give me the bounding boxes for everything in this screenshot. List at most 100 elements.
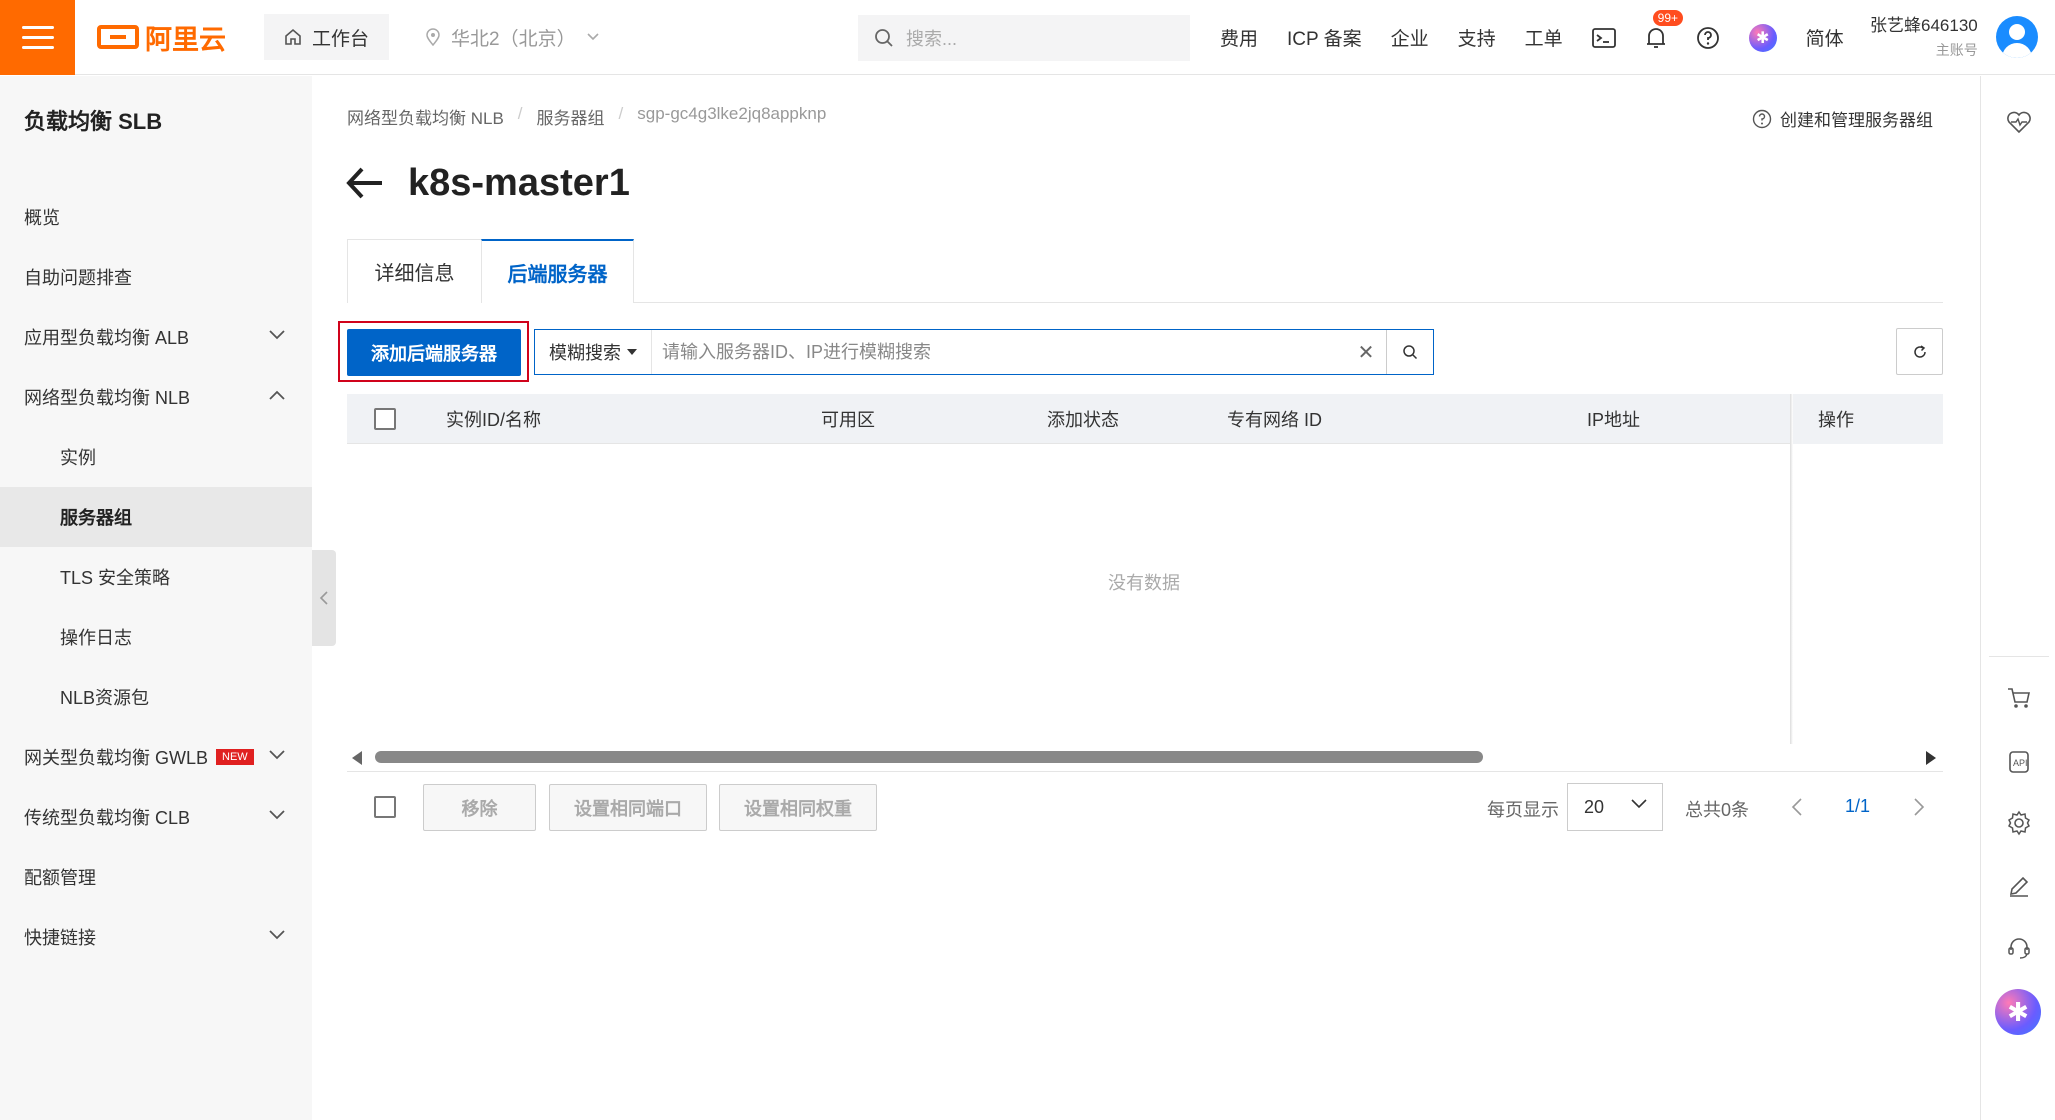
sidebar-item-server-groups[interactable]: 服务器组 — [0, 487, 312, 547]
link-support[interactable]: 支持 — [1458, 24, 1496, 51]
breadcrumb-nlb[interactable]: 网络型负载均衡 NLB — [347, 104, 504, 129]
health-check-icon[interactable] — [1999, 102, 2039, 142]
right-tool-rail: API ✱ — [1980, 76, 2055, 1120]
sidebar-item-label: 应用型负载均衡 ALB — [24, 328, 190, 348]
sidebar-item-label: 网络型负载均衡 NLB — [24, 388, 191, 408]
language-switch[interactable]: 简体 — [1806, 24, 1844, 51]
help-link[interactable]: 创建和管理服务器组 — [1752, 106, 1933, 131]
link-billing[interactable]: 费用 — [1220, 24, 1258, 51]
rail-divider — [1989, 656, 2049, 657]
app-root: 阿里云 工作台 华北2（北京） 搜索... 费用 ICP 备案 企业 支持 工单… — [0, 0, 2055, 1120]
breadcrumb-server-groups[interactable]: 服务器组 — [537, 104, 605, 129]
footer-select-all-checkbox[interactable] — [374, 796, 396, 818]
sidebar-item-alb[interactable]: 应用型负载均衡 ALB — [0, 307, 312, 367]
search-button[interactable] — [1386, 330, 1433, 374]
scroll-left-arrow[interactable] — [352, 751, 362, 765]
server-search-input[interactable] — [651, 330, 1346, 374]
tab-details[interactable]: 详细信息 — [347, 239, 482, 303]
settings-gear-icon[interactable] — [1999, 803, 2039, 843]
prev-page-icon[interactable] — [1791, 797, 1803, 817]
sidebar-item-label: 传统型负载均衡 CLB — [24, 808, 191, 828]
chevron-down-icon — [1631, 799, 1647, 809]
chevron-left-icon — [319, 591, 328, 605]
breadcrumb: 网络型负载均衡 NLB / 服务器组 / sgp-gc4g3lke2jq8app… — [347, 104, 826, 129]
set-same-port-button[interactable]: 设置相同端口 — [549, 784, 707, 831]
refresh-icon — [1913, 344, 1926, 358]
horizontal-scrollbar[interactable] — [375, 751, 1483, 763]
sidebar-title: 负载均衡 SLB — [24, 109, 163, 134]
edit-icon[interactable] — [1999, 866, 2039, 906]
sidebar-item-gwlb[interactable]: 网关型负载均衡 GWLB NEW — [0, 727, 312, 787]
help-link-label: 创建和管理服务器组 — [1780, 111, 1933, 130]
next-page-icon[interactable] — [1913, 797, 1925, 817]
select-all-checkbox[interactable] — [374, 408, 396, 430]
top-links: 费用 ICP 备案 企业 支持 工单 99+ ✱ 简体 — [1220, 0, 1844, 75]
scroll-right-arrow[interactable] — [1926, 751, 1936, 765]
sidebar-item-clb[interactable]: 传统型负载均衡 CLB — [0, 787, 312, 847]
empty-state-text: 没有数据 — [1108, 573, 1180, 593]
workbench-button[interactable]: 工作台 — [264, 14, 390, 60]
workbench-label: 工作台 — [312, 28, 370, 50]
region-selector[interactable]: 华北2（北京） — [425, 24, 600, 51]
fixed-column-divider — [1790, 394, 1793, 744]
aliyun-logo[interactable]: 阿里云 — [97, 18, 226, 57]
back-arrow-icon[interactable] — [346, 165, 384, 201]
refresh-button[interactable] — [1896, 328, 1943, 375]
sidebar-item-instances[interactable]: 实例 — [0, 427, 312, 487]
page-size-label: 每页显示 — [1487, 800, 1559, 820]
sidebar-item-overview[interactable]: 概览 — [0, 187, 312, 247]
ai-assistant-icon[interactable]: ✱ — [1748, 23, 1777, 52]
help-circle-icon — [1752, 109, 1772, 128]
sidebar-collapse-button[interactable] — [312, 550, 336, 646]
link-icp[interactable]: ICP 备案 — [1287, 24, 1362, 51]
sidebar-item-operation-logs[interactable]: 操作日志 — [0, 607, 312, 667]
region-label: 华北2（北京） — [451, 28, 576, 50]
sidebar-item-label: 服务器组 — [60, 508, 132, 528]
sidebar-item-nlb-packages[interactable]: NLB资源包 — [0, 667, 312, 727]
sidebar-item-troubleshoot[interactable]: 自助问题排查 — [0, 247, 312, 307]
search-box: 模糊搜索 ✕ — [534, 329, 1434, 375]
help-circle-icon[interactable] — [1696, 26, 1720, 50]
total-count: 总共0条 — [1685, 800, 1750, 820]
notification-button[interactable]: 99+ — [1645, 9, 1684, 50]
link-ticket[interactable]: 工单 — [1525, 24, 1563, 51]
chevron-down-icon — [269, 810, 285, 820]
remove-button[interactable]: 移除 — [423, 784, 536, 831]
page-size-select[interactable]: 20 — [1567, 783, 1663, 831]
api-icon[interactable]: API — [1999, 742, 2039, 782]
sidebar-item-quota[interactable]: 配额管理 — [0, 847, 312, 907]
filter-type-select[interactable]: 模糊搜索 — [535, 330, 651, 374]
sidebar-item-tls-policy[interactable]: TLS 安全策略 — [0, 547, 312, 607]
divider — [347, 771, 1943, 772]
add-backend-server-button[interactable]: 添加后端服务器 — [347, 329, 521, 376]
cart-icon[interactable] — [1999, 678, 2039, 718]
link-enterprise[interactable]: 企业 — [1391, 24, 1429, 51]
logo-text: 阿里云 — [145, 24, 226, 55]
set-same-weight-button[interactable]: 设置相同权重 — [719, 784, 877, 831]
sidebar-item-label: 操作日志 — [60, 628, 132, 648]
breadcrumb-current: sgp-gc4g3lke2jq8appknp — [637, 104, 827, 123]
column-header-ip: IP地址 — [1587, 410, 1641, 430]
filter-type-label: 模糊搜索 — [549, 343, 621, 363]
global-search-input[interactable]: 搜索... — [858, 15, 1190, 61]
user-info[interactable]: 张艺蜂646130 主账号 — [1870, 14, 1978, 62]
chevron-down-icon — [587, 33, 599, 41]
customer-service-icon[interactable] — [1999, 928, 2039, 968]
hamburger-menu-button[interactable] — [0, 0, 75, 75]
chevron-down-icon — [269, 750, 285, 760]
sidebar-item-shortcuts[interactable]: 快捷链接 — [0, 907, 312, 967]
search-icon — [875, 29, 893, 47]
ai-assistant-icon[interactable]: ✱ — [1995, 989, 2041, 1035]
sidebar-item-label: NLB资源包 — [60, 688, 150, 708]
breadcrumb-separator: / — [618, 104, 624, 123]
sidebar-item-nlb[interactable]: 网络型负载均衡 NLB — [0, 367, 312, 427]
sidebar: 负载均衡 SLB 概览 自助问题排查 应用型负载均衡 ALB 网络型负载均衡 N… — [0, 76, 312, 1120]
chevron-up-icon — [269, 390, 285, 400]
caret-down-icon — [627, 349, 637, 355]
terminal-icon[interactable] — [1591, 27, 1616, 48]
location-pin-icon — [426, 28, 440, 46]
clear-icon[interactable]: ✕ — [1346, 340, 1386, 365]
column-header-actions: 操作 — [1818, 410, 1854, 430]
avatar[interactable] — [1996, 16, 2038, 58]
tab-backend-servers[interactable]: 后端服务器 — [481, 239, 634, 303]
